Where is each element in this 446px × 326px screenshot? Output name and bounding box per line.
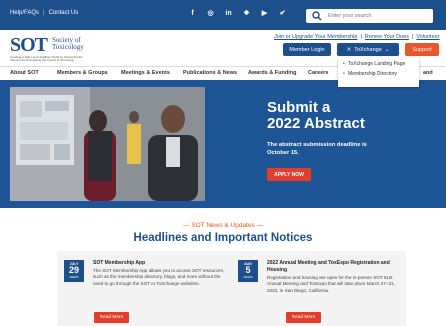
news-card: AUG 5 NEWS 2022 Annual Meeting and ToxEx… [231,251,406,326]
news-card: JULY 29 NEWS SOT Membership App The SOT … [57,251,232,326]
chevron-down-icon: ⌄ [384,46,390,53]
news-card-body: The SOT Membership App allows you to acc… [93,268,225,286]
member-login-button[interactable]: Member Login [283,43,331,56]
nav-about[interactable]: About SOT [10,70,39,76]
instagram-icon[interactable]: ◎ [206,9,215,18]
renew-dues-link[interactable]: Renew Your Dues [365,34,409,40]
search-input[interactable] [326,12,430,20]
join-membership-link[interactable]: Join or Upgrade Your Membership [274,34,357,40]
news-kicker: — SOT News & Updates — [182,222,264,229]
sot-logo[interactable]: SOT Society of Toxicology Creating a Saf… [10,34,94,62]
nav-publications[interactable]: Publications & News [183,70,237,76]
date-badge: AUG 5 NEWS [238,260,258,282]
search-icon [312,11,322,21]
hero-title: Submit a 2022 Abstract [267,99,365,132]
help-faqs-link[interactable]: Help/FAQs [10,10,39,16]
nav-careers[interactable]: Careers [308,70,329,76]
read-more-button[interactable]: Read More [286,312,321,323]
news-headline: Headlines and Important Notices [133,232,313,244]
x-icon: ✕ [346,46,352,53]
podcast-icon[interactable]: ❖ [242,9,251,18]
read-more-button[interactable]: Read More [94,312,129,323]
top-utility-bar: Help/FAQs | Contact Us f ◎ in ❖ ▶ ✔ [0,0,446,30]
utility-links: Help/FAQs | Contact Us [10,10,78,16]
date-badge: JULY 29 NEWS [64,260,84,282]
hero-banner: Submit a 2022 Abstract The abstract subm… [0,80,446,208]
logo-abbr: SOT [10,34,48,56]
hero-photo [10,87,205,201]
news-card-title[interactable]: 2022 Annual Meeting and ToxExpo Registra… [267,260,401,273]
search-box[interactable] [306,9,433,23]
volunteer-link[interactable]: Volunteer [416,34,439,40]
toxchange-button[interactable]: ✕ ToXchange ⌄ [337,43,399,56]
header-links: Join or Upgrade Your Membership | Renew … [274,34,440,40]
nav-meetings[interactable]: Meetings & Events [121,70,170,76]
dropdown-item-directory[interactable]: Membership Directory [338,67,419,77]
news-card-body: Registration and housing are open for th… [267,275,395,293]
toxchange-dropdown: ToXchange Landing Page Membership Direct… [338,57,419,87]
toxchange-label: ToXchange [354,46,382,53]
nav-members[interactable]: Members & Groups [57,70,108,76]
logo-tagline: Creating a Safer and Healthier World by … [10,55,83,62]
youtube-icon[interactable]: ▶ [260,9,269,18]
dropdown-item-landing[interactable]: ToXchange Landing Page [338,57,419,67]
nav-more[interactable]: and [423,70,433,76]
twitter-icon[interactable]: ✔ [278,9,287,18]
support-button[interactable]: Support [405,43,439,56]
social-icons: f ◎ in ❖ ▶ ✔ [188,9,287,18]
hero-subtitle: The abstract submission deadline is Octo… [267,142,367,156]
contact-us-link[interactable]: Contact Us [49,10,79,16]
facebook-icon[interactable]: f [188,9,197,18]
apply-now-button[interactable]: APPLY NOW [267,168,311,181]
linkedin-icon[interactable]: in [224,9,233,18]
news-card-title[interactable]: SOT Membership App [93,260,223,267]
link-separator: | [360,34,362,40]
logo-name: Society of Toxicology [52,36,84,51]
utility-separator: | [43,10,45,16]
link-separator: | [411,34,414,40]
nav-awards[interactable]: Awards & Funding [248,70,296,76]
